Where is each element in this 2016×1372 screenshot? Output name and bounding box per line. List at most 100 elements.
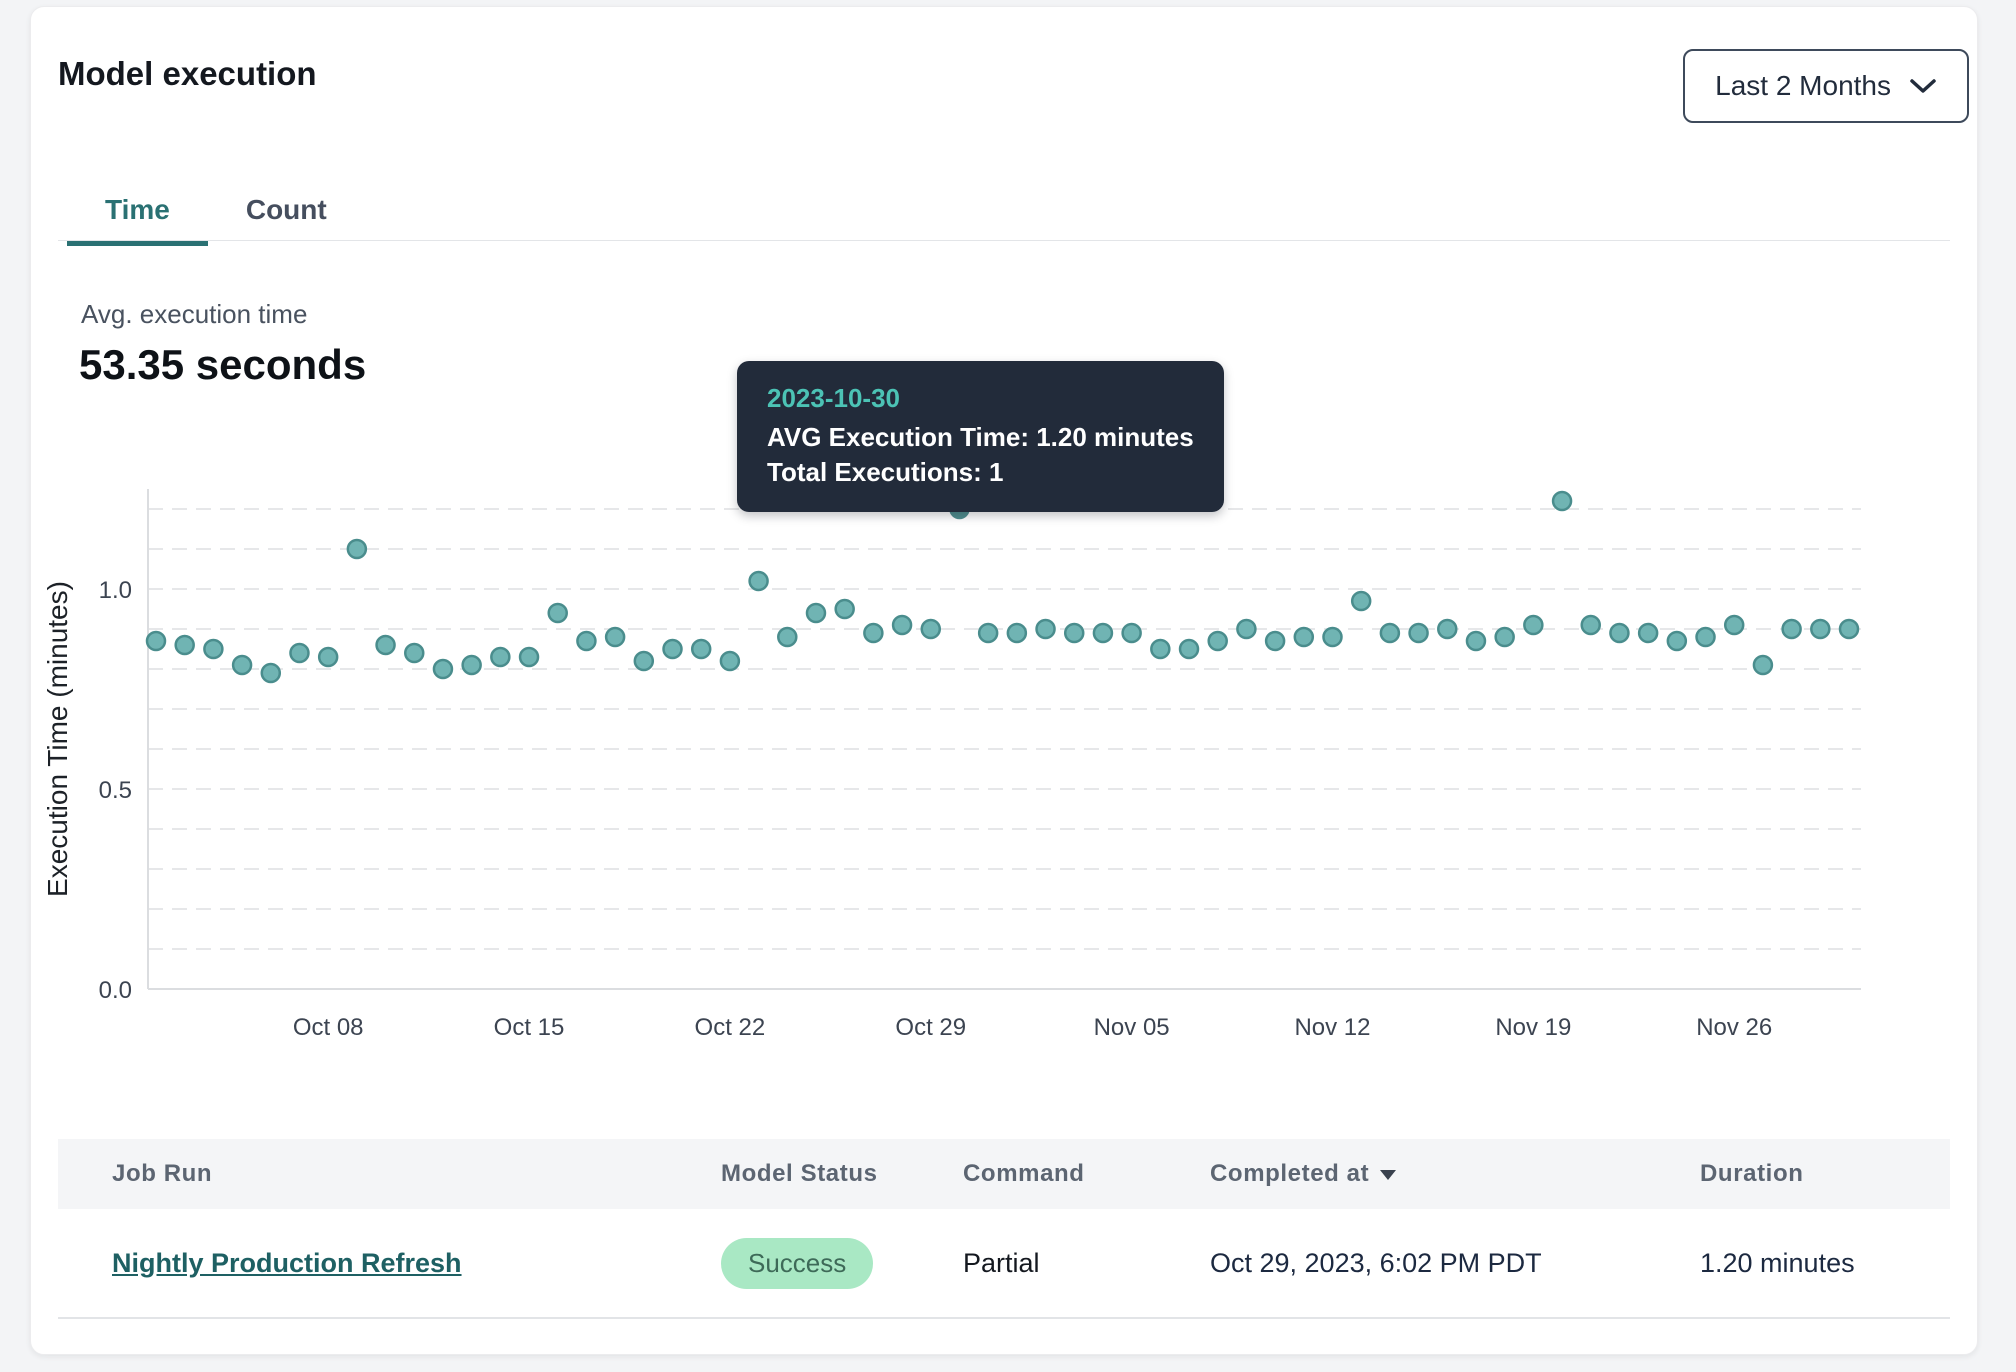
tab-time-label: Time [105,194,170,226]
scatter-point[interactable] [463,656,481,674]
tabs-divider [58,240,1950,241]
scatter-point[interactable] [979,624,997,642]
scatter-point[interactable] [1725,616,1743,634]
column-header-model-status-label: Model Status [721,1160,878,1188]
cell-completed-at: Oct 29, 2023, 6:02 PM PDT [1210,1209,1542,1317]
scatter-point[interactable] [348,540,366,558]
y-tick-label: 0.0 [99,977,132,1004]
scatter-point[interactable] [692,640,710,658]
scatter-point[interactable] [204,640,222,658]
column-header-job-run-label: Job Run [112,1160,212,1188]
scatter-point[interactable] [1783,620,1801,638]
scatter-point[interactable] [606,628,624,646]
cell-model-status: Success [721,1209,873,1317]
scatter-point[interactable] [1151,640,1169,658]
scatter-point[interactable] [750,572,768,590]
avg-execution-time-label: Avg. execution time [81,299,307,330]
execution-scatter-svg: 0.00.51.0Oct 08Oct 15Oct 22Oct 29Nov 05N… [31,481,1979,1061]
y-tick-label: 1.0 [99,577,132,604]
scatter-point[interactable] [1094,624,1112,642]
scatter-point[interactable] [1582,616,1600,634]
scatter-point[interactable] [577,632,595,650]
tab-count[interactable]: Count [208,179,365,241]
column-header-completed-at[interactable]: Completed at [1210,1139,1397,1209]
scatter-point[interactable] [290,644,308,662]
cell-duration: 1.20 minutes [1700,1209,1855,1317]
chart-tabs: Time Count [67,179,365,241]
scatter-point[interactable] [1295,628,1313,646]
scatter-point[interactable] [1266,632,1284,650]
scatter-point[interactable] [807,604,825,622]
scatter-point[interactable] [836,600,854,618]
scatter-point[interactable] [1524,616,1542,634]
scatter-point[interactable] [721,652,739,670]
page: { "header": { "title": "Model execution"… [0,0,2016,1372]
scatter-point[interactable] [319,648,337,666]
scatter-point[interactable] [1123,624,1141,642]
scatter-point[interactable] [233,656,251,674]
scatter-point[interactable] [635,652,653,670]
scatter-point[interactable] [147,632,165,650]
scatter-point[interactable] [1381,624,1399,642]
scatter-point[interactable] [1352,592,1370,610]
scatter-point[interactable] [1553,492,1571,510]
y-tick-label: 0.5 [99,777,132,804]
scatter-point[interactable] [1467,632,1485,650]
execution-time-chart: 0.00.51.0Oct 08Oct 15Oct 22Oct 29Nov 05N… [31,481,1979,1061]
x-tick-label: Oct 08 [293,1014,364,1041]
column-header-command-label: Command [963,1160,1085,1188]
x-tick-label: Oct 29 [895,1014,966,1041]
tab-time[interactable]: Time [67,179,208,241]
column-header-model-status: Model Status [721,1139,878,1209]
x-tick-label: Nov 19 [1495,1014,1571,1041]
scatter-point[interactable] [1008,624,1026,642]
scatter-point[interactable] [1209,632,1227,650]
scatter-point[interactable] [1610,624,1628,642]
date-range-selector[interactable]: Last 2 Months [1683,49,1969,123]
scatter-point[interactable] [176,636,194,654]
scatter-point[interactable] [1840,620,1858,638]
scatter-point[interactable] [434,660,452,678]
scatter-point[interactable] [664,640,682,658]
scatter-point[interactable] [1639,624,1657,642]
scatter-point[interactable] [1668,632,1686,650]
x-tick-label: Nov 26 [1696,1014,1772,1041]
scatter-point[interactable] [377,636,395,654]
x-tick-label: Nov 12 [1294,1014,1370,1041]
tooltip-total-executions: Total Executions: 1 [767,457,1194,488]
scatter-point[interactable] [1237,620,1255,638]
scatter-point[interactable] [922,620,940,638]
tab-count-label: Count [246,194,327,226]
scatter-point[interactable] [864,624,882,642]
scatter-point[interactable] [1323,628,1341,646]
y-axis-title: Execution Time (minutes) [42,581,73,897]
scatter-point[interactable] [520,648,538,666]
date-range-value: Last 2 Months [1715,70,1891,102]
job-run-link[interactable]: Nightly Production Refresh [112,1248,462,1279]
scatter-point[interactable] [262,664,280,682]
scatter-point[interactable] [1037,620,1055,638]
scatter-point[interactable] [778,628,796,646]
scatter-point[interactable] [1496,628,1514,646]
scatter-point[interactable] [1754,656,1772,674]
scatter-point[interactable] [1410,624,1428,642]
x-tick-label: Oct 22 [695,1014,766,1041]
model-execution-card: Model execution Last 2 Months Time Count… [30,6,1978,1355]
chart-tooltip: 2023-10-30 AVG Execution Time: 1.20 minu… [737,361,1224,512]
table-row: Nightly Production Refresh Success Parti… [58,1209,1950,1319]
cell-command: Partial [963,1209,1040,1317]
scatter-point[interactable] [1697,628,1715,646]
cell-job-run: Nightly Production Refresh [112,1209,462,1317]
scatter-point[interactable] [1811,620,1829,638]
scatter-point[interactable] [1180,640,1198,658]
tooltip-avg-execution-time: AVG Execution Time: 1.20 minutes [767,422,1194,453]
x-tick-label: Nov 05 [1094,1014,1170,1041]
scatter-point[interactable] [1065,624,1083,642]
scatter-point[interactable] [405,644,423,662]
scatter-point[interactable] [491,648,509,666]
scatter-point[interactable] [893,616,911,634]
column-header-job-run: Job Run [112,1139,212,1209]
scatter-point[interactable] [549,604,567,622]
column-header-duration: Duration [1700,1139,1803,1209]
scatter-point[interactable] [1438,620,1456,638]
